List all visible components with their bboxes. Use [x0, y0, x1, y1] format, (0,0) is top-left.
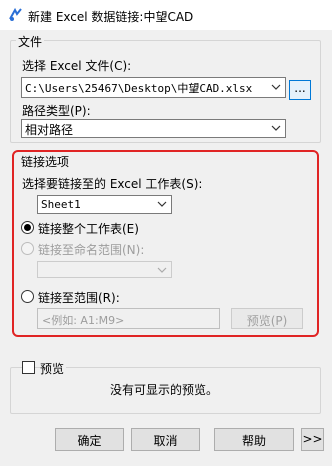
preview-button-label: 预览(P): [246, 314, 288, 328]
link-options-legend: 链接选项: [19, 153, 72, 170]
choose-file-label: 选择 Excel 文件(C):: [22, 59, 132, 73]
file-path-value: C:\Users\25467\Desktop\中望CAD.xlsx: [25, 82, 253, 95]
chevron-down-icon: [157, 267, 167, 273]
link-named-range-radio[interactable]: [21, 242, 34, 255]
chevron-down-icon: [157, 201, 167, 207]
more-options-button[interactable]: >>: [301, 428, 324, 451]
path-type-label: 路径类型(P):: [22, 104, 91, 118]
help-button-label: 帮助: [241, 434, 266, 448]
window-title: 新建 Excel 数据链接:中望CAD: [28, 10, 194, 24]
file-path-combo[interactable]: C:\Users\25467\Desktop\中望CAD.xlsx: [21, 77, 286, 98]
chevron-down-icon: [271, 125, 281, 131]
link-range-label[interactable]: 链接至范围(R):: [38, 289, 120, 306]
preview-button[interactable]: 预览(P): [231, 308, 303, 329]
link-whole-sheet-label[interactable]: 链接整个工作表(E): [38, 220, 139, 237]
range-input[interactable]: <例如: A1:M9>: [37, 308, 220, 329]
chevron-down-icon: [271, 84, 281, 90]
sheet-combo[interactable]: Sheet1: [37, 195, 172, 214]
path-type-combo[interactable]: 相对路径: [21, 119, 286, 138]
file-group-legend: 文件: [16, 33, 45, 50]
named-range-combo[interactable]: [37, 261, 172, 278]
choose-sheet-label: 选择要链接至的 Excel 工作表(S):: [22, 177, 203, 191]
path-type-value: 相对路径: [25, 123, 74, 137]
link-range-radio[interactable]: [21, 290, 34, 303]
cancel-button[interactable]: 取消: [131, 428, 200, 451]
ok-button-label: 确定: [77, 434, 102, 448]
preview-checkbox[interactable]: [22, 361, 35, 374]
help-button[interactable]: 帮助: [214, 428, 294, 451]
link-named-range-label[interactable]: 链接至命名范围(N):: [38, 241, 144, 258]
app-icon: [9, 7, 22, 21]
preview-empty-message: 没有可显示的预览。: [110, 383, 219, 397]
link-whole-sheet-radio[interactable]: [21, 221, 34, 234]
preview-checkbox-label[interactable]: 预览: [40, 360, 67, 377]
cancel-button-label: 取消: [153, 434, 178, 448]
title-bar: 新建 Excel 数据链接:中望CAD: [0, 0, 332, 30]
more-options-label: >>: [302, 432, 323, 446]
browse-button[interactable]: ...: [289, 80, 311, 100]
range-placeholder: <例如: A1:M9>: [42, 314, 125, 327]
ok-button[interactable]: 确定: [55, 428, 124, 451]
sheet-value: Sheet1: [41, 198, 81, 211]
